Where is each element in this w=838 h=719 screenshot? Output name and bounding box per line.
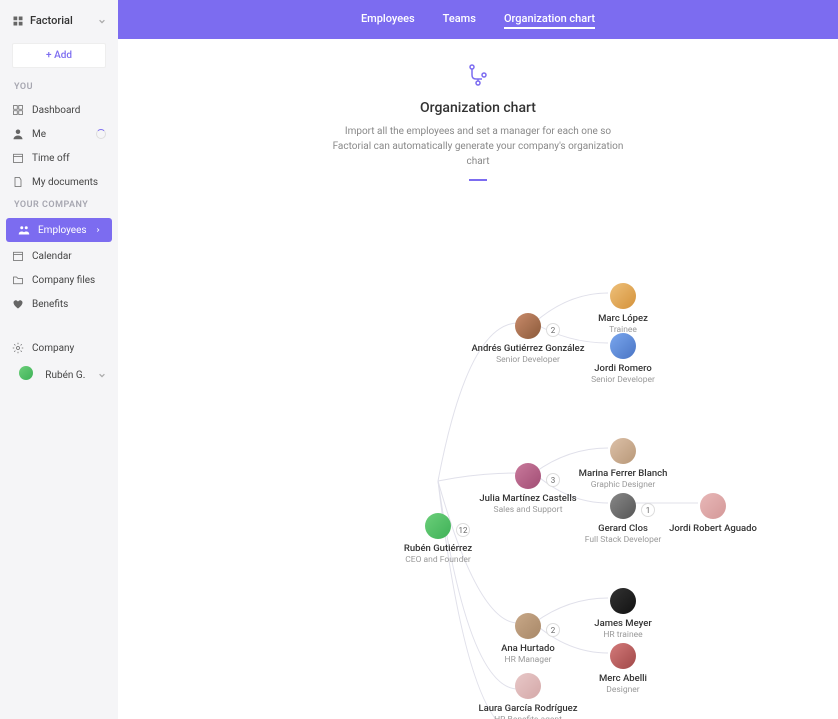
calendar-icon [12, 152, 24, 164]
avatar [700, 493, 726, 519]
sidebar-item-me[interactable]: Me [0, 122, 118, 146]
avatar [610, 333, 636, 359]
divider [469, 179, 487, 181]
sidebar-item-calendar[interactable]: Calendar [0, 244, 118, 268]
node-name: Jordi Robert Aguado [653, 523, 773, 534]
chevron-down-icon [98, 17, 106, 25]
folder-icon [12, 274, 24, 286]
avatar [610, 643, 636, 669]
sidebar-item-label: Calendar [32, 251, 72, 262]
node-name: Marc López [563, 313, 683, 324]
sidebar-item-label: Time off [32, 153, 70, 164]
chevron-down-icon [98, 371, 106, 379]
sidebar-item-label: My documents [32, 177, 98, 188]
sidebar: Factorial + Add YOU Dashboard Me Time of… [0, 0, 118, 719]
node-role: HR trainee [563, 630, 683, 640]
main-content: Employees Teams Organization chart Organ… [118, 0, 838, 719]
chevron-right-icon [95, 227, 100, 233]
page-title: Organization chart [328, 100, 628, 116]
avatar [515, 313, 541, 339]
hero: Organization chart Import all the employ… [328, 63, 628, 181]
user-name: Rubén G. [45, 370, 85, 381]
node-name: Rubén Gutiérrez [378, 543, 498, 554]
org-node[interactable]: Marc López Trainee [563, 283, 683, 336]
add-button[interactable]: + Add [12, 43, 106, 68]
node-role: Senior Developer [563, 375, 683, 385]
avatar [515, 463, 541, 489]
avatar [425, 513, 451, 539]
user-menu[interactable]: Rubén G. [0, 360, 118, 390]
node-role: Full Stack Developer [563, 535, 683, 545]
avatar [515, 613, 541, 639]
node-name: Jordi Romero [563, 363, 683, 374]
sidebar-item-mydocs[interactable]: My documents [0, 170, 118, 194]
tab-teams[interactable]: Teams [443, 12, 476, 29]
loading-spinner-icon [96, 129, 106, 139]
avatar [515, 673, 541, 699]
orgchart-icon [466, 63, 490, 87]
sidebar-item-label: Me [32, 129, 46, 140]
node-name: James Meyer [563, 618, 683, 629]
org-chart[interactable]: 12 Rubén Gutiérrez CEO and Founder 2 And… [118, 193, 798, 719]
node-role: HR Benefits agent [468, 715, 588, 719]
content-area: Organization chart Import all the employ… [118, 39, 838, 719]
brand-label: Factorial [30, 14, 73, 27]
sidebar-item-company[interactable]: Company [0, 336, 118, 360]
org-node[interactable]: Jordi Robert Aguado [653, 493, 773, 534]
sidebar-item-label: Dashboard [32, 105, 80, 116]
page-description: Import all the employees and set a manag… [328, 124, 628, 169]
count-badge: 2 [546, 623, 560, 637]
avatar [610, 438, 636, 464]
calendar-icon [12, 250, 24, 262]
person-icon [12, 128, 24, 140]
node-name: Laura García Rodríguez [468, 703, 588, 714]
sidebar-item-label: Company [32, 343, 74, 354]
avatar [610, 493, 636, 519]
avatar [610, 283, 636, 309]
brand[interactable]: Factorial [0, 8, 118, 33]
sidebar-item-label: Employees [38, 225, 87, 236]
node-role: Graphic Designer [563, 480, 683, 490]
gear-icon [12, 342, 24, 354]
sidebar-item-label: Company files [32, 275, 95, 286]
section-you: YOU [0, 76, 118, 98]
org-node-root[interactable]: 12 Rubén Gutiérrez CEO and Founder [378, 513, 498, 566]
node-role: CEO and Founder [378, 555, 498, 565]
count-badge: 12 [456, 523, 470, 537]
sidebar-item-timeoff[interactable]: Time off [0, 146, 118, 170]
count-badge: 2 [546, 323, 560, 337]
chart-links [118, 193, 798, 719]
document-icon [12, 176, 24, 188]
tab-employees[interactable]: Employees [361, 12, 415, 29]
org-node[interactable]: Marina Ferrer Blanch Graphic Designer [563, 438, 683, 491]
org-node[interactable]: Laura García Rodríguez HR Benefits agent [468, 673, 588, 719]
avatar [610, 588, 636, 614]
sidebar-item-dashboard[interactable]: Dashboard [0, 98, 118, 122]
sidebar-item-employees[interactable]: Employees [6, 218, 112, 242]
sidebar-item-companyfiles[interactable]: Company files [0, 268, 118, 292]
brand-icon [12, 15, 24, 27]
org-node[interactable]: James Meyer HR trainee [563, 588, 683, 641]
avatar [19, 366, 33, 380]
sidebar-item-label: Benefits [32, 299, 68, 310]
sidebar-item-benefits[interactable]: Benefits [0, 292, 118, 316]
tab-bar: Employees Teams Organization chart [118, 0, 838, 39]
tab-orgchart[interactable]: Organization chart [504, 12, 595, 29]
section-company: YOUR COMPANY [0, 194, 118, 216]
people-icon [18, 224, 30, 236]
node-name: Marina Ferrer Blanch [563, 468, 683, 479]
dashboard-icon [12, 104, 24, 116]
count-badge: 3 [546, 473, 560, 487]
org-node[interactable]: Jordi Romero Senior Developer [563, 333, 683, 386]
heart-icon [12, 298, 24, 310]
